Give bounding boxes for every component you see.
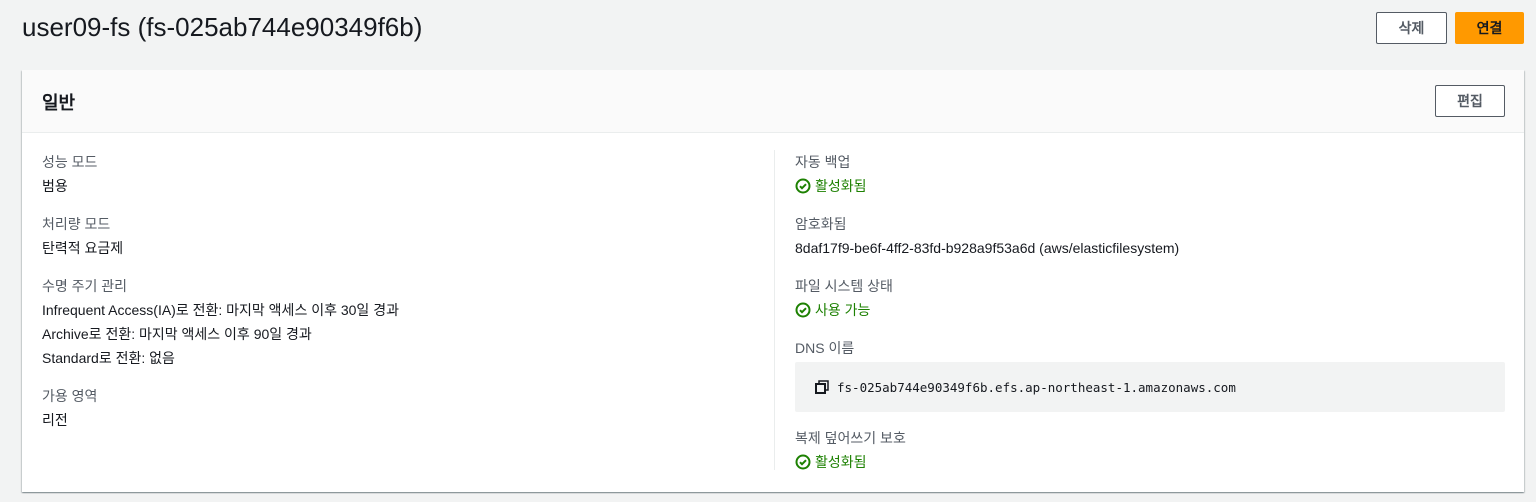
automatic-backup: 자동 백업 활성화됨 [795,150,1505,198]
field-label: DNS 이름 [795,340,855,356]
throughput-mode: 처리량 모드 탄력적 요금제 [42,212,399,260]
right-column: 자동 백업 활성화됨 암호화됨 8daf17f9-be6f-4ff2-83fd-… [795,150,1505,488]
replication-overwrite-protection: 복제 덮어쓰기 보호 활성화됨 [795,426,1505,474]
field-value: Archive로 전환: 마지막 액세스 이후 90일 경과 [42,326,312,342]
page-title: user09-fs (fs-025ab744e90349f6b) [22,12,423,42]
field-label: 복제 덮어쓰기 보호 [795,430,906,446]
field-value: 탄력적 요금제 [42,240,124,256]
check-circle-icon [795,302,811,318]
dns-box: fs-025ab744e90349f6b.efs.ap-northeast-1.… [795,362,1505,412]
card-header: 일반 편집 [22,70,1524,133]
field-label: 파일 시스템 상태 [795,278,893,294]
status-badge: 활성화됨 [795,450,1505,474]
dns-name: DNS 이름 fs-025ab744e90349f6b.efs.ap-north… [795,336,1505,412]
check-circle-icon [795,178,811,194]
status-text: 활성화됨 [815,178,867,194]
availability-zone: 가용 영역 리전 [42,384,399,432]
column-divider [774,150,775,470]
status-badge: 사용 가능 [795,298,1505,322]
encryption: 암호화됨 8daf17f9-be6f-4ff2-83fd-b928a9f53a6… [795,212,1505,260]
dns-value: fs-025ab744e90349f6b.efs.ap-northeast-1.… [837,379,1236,395]
status-text: 사용 가능 [815,302,871,318]
field-label: 수명 주기 관리 [42,278,128,294]
connect-button[interactable]: 연결 [1455,12,1524,44]
general-card: 일반 편집 성능 모드 범용 처리량 모드 탄력적 요금제 수명 주기 관리 I… [22,70,1524,492]
status-badge: 활성화됨 [795,174,1505,198]
copy-icon[interactable] [815,380,829,394]
field-label: 성능 모드 [42,154,98,170]
field-value: 리전 [42,412,68,428]
field-label: 암호화됨 [795,216,847,232]
field-value: Infrequent Access(IA)로 전환: 마지막 액세스 이후 30… [42,302,399,318]
edit-button[interactable]: 편집 [1435,85,1505,117]
card-title: 일반 [42,93,76,113]
file-system-state: 파일 시스템 상태 사용 가능 [795,274,1505,322]
status-text: 활성화됨 [815,454,867,470]
left-column: 성능 모드 범용 처리량 모드 탄력적 요금제 수명 주기 관리 Infrequ… [42,150,399,446]
delete-button[interactable]: 삭제 [1376,12,1447,44]
field-value: Standard로 전환: 없음 [42,350,175,366]
field-label: 처리량 모드 [42,216,111,232]
check-circle-icon [795,454,811,470]
field-label: 자동 백업 [795,154,851,170]
field-label: 가용 영역 [42,388,98,404]
field-value: 범용 [42,178,68,194]
field-value: 8daf17f9-be6f-4ff2-83fd-b928a9f53a6d (aw… [795,240,1180,256]
lifecycle-management: 수명 주기 관리 Infrequent Access(IA)로 전환: 마지막 … [42,274,399,370]
performance-mode: 성능 모드 범용 [42,150,399,198]
